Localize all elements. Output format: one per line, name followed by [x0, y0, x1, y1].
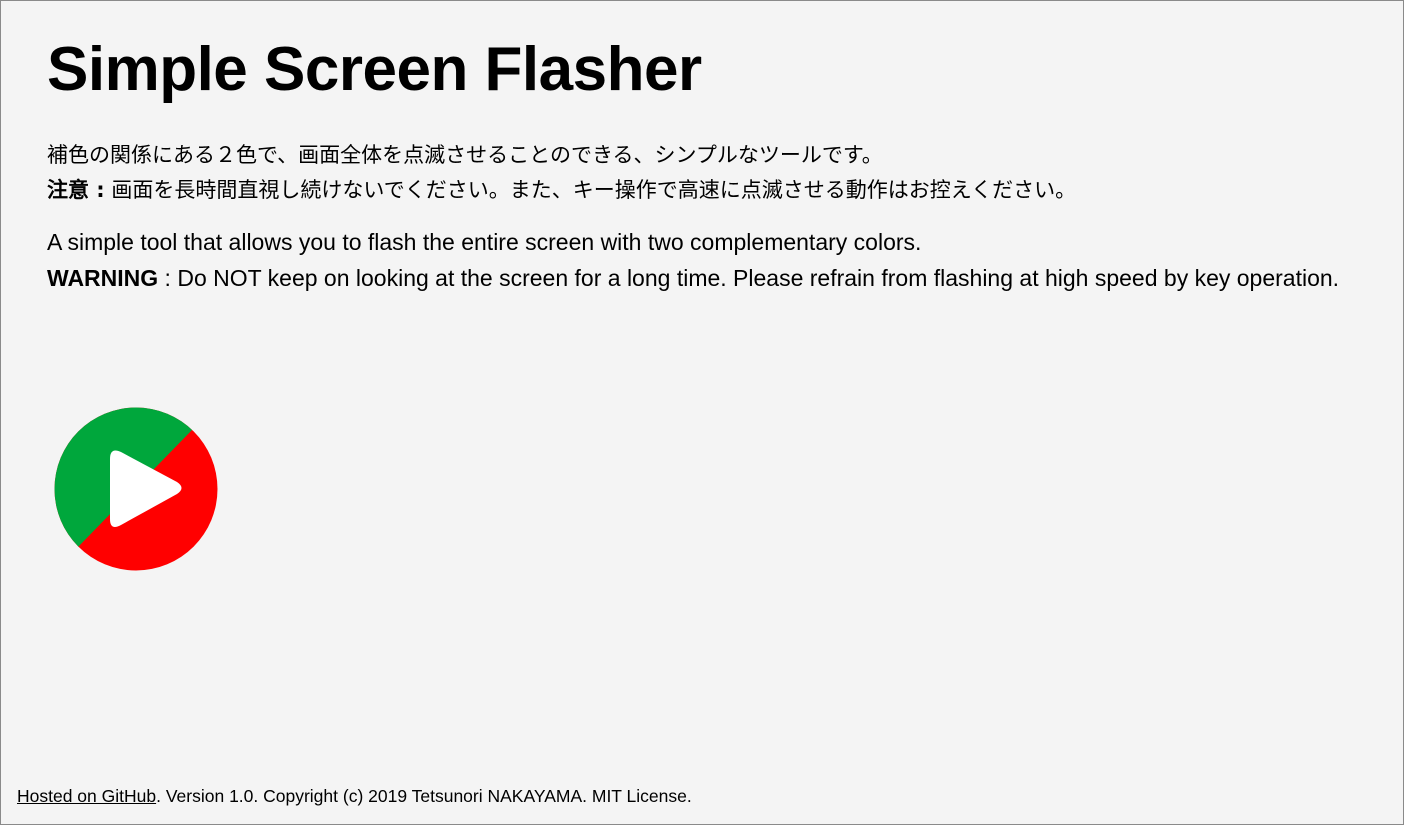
description-english: A simple tool that allows you to flash t… [47, 224, 1367, 296]
play-button[interactable] [54, 407, 218, 571]
main-content: Simple Screen Flasher 補色の関係にある２色で、画面全体を点… [47, 34, 1367, 296]
play-icon [54, 407, 218, 571]
warning-ja: 注意 : 画面を長時間直視し続けないでください。また、キー操作で高速に点滅させる… [47, 173, 1367, 208]
footer: Hosted on GitHub. Version 1.0. Copyright… [17, 785, 692, 807]
warning-ja-label: 注意 : [47, 178, 105, 202]
warning-en-label: WARNING [47, 265, 159, 291]
github-link[interactable]: Hosted on GitHub [17, 786, 156, 806]
page-title: Simple Screen Flasher [47, 35, 702, 104]
warning-en: WARNING : Do NOT keep on looking at the … [47, 260, 1367, 296]
warning-en-text: : Do NOT keep on looking at the screen f… [158, 265, 1340, 291]
footer-text: . Version 1.0. Copyright (c) 2019 Tetsun… [156, 786, 692, 806]
warning-ja-text: 画面を長時間直視し続けないでください。また、キー操作で高速に点滅させる動作はお控… [104, 178, 1077, 202]
description-japanese: 補色の関係にある２色で、画面全体を点滅させることのできる、シンプルなツールです。… [47, 138, 1367, 208]
description-ja-line: 補色の関係にある２色で、画面全体を点滅させることのできる、シンプルなツールです。 [47, 143, 883, 167]
description-en-line: A simple tool that allows you to flash t… [47, 229, 922, 255]
